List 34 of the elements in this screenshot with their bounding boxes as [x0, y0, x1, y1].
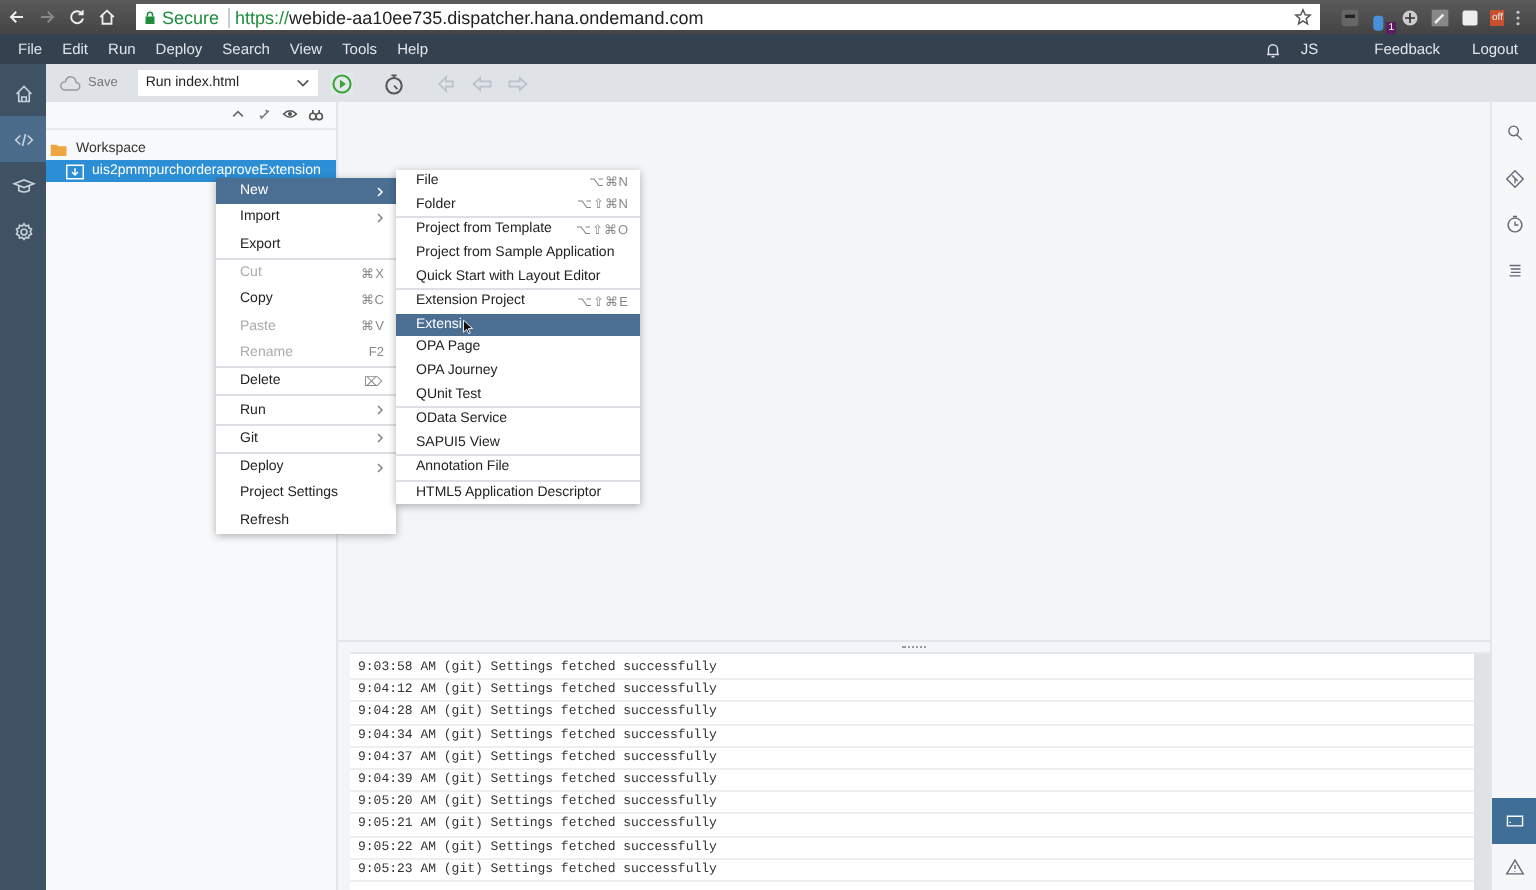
resize-handle[interactable]	[902, 645, 926, 649]
cloud-icon	[58, 75, 82, 91]
address-bar[interactable]: Secure https://webide-aa10ee735.dispatcher.hana.ondemand.com	[136, 4, 1320, 30]
star-icon[interactable]	[1294, 8, 1312, 26]
search-icon	[1503, 122, 1525, 144]
collapse-icon[interactable]	[230, 106, 246, 122]
stopwatch-icon[interactable]	[381, 71, 406, 95]
reload-icon[interactable]	[68, 8, 86, 26]
lock-icon	[144, 9, 156, 25]
extension-icon[interactable]	[1460, 7, 1480, 27]
url-text: https://webide-aa10ee735.dispatcher.hana.ondemand.com	[235, 7, 706, 27]
binoculars-icon[interactable]	[308, 106, 324, 122]
eye-icon[interactable]	[282, 106, 298, 122]
pointer-cursor-icon	[462, 317, 474, 336]
home-icon	[11, 81, 35, 105]
run-icon[interactable]	[329, 71, 354, 95]
clock-icon	[1503, 214, 1525, 236]
settings-icon	[11, 219, 35, 243]
secure-label: Secure	[162, 7, 230, 27]
scrollbar[interactable]	[1474, 654, 1490, 890]
bell-icon[interactable]	[1264, 39, 1283, 59]
sidebar-tab[interactable]	[0, 116, 46, 162]
menu-icon[interactable]	[1514, 7, 1523, 27]
warning-icon	[1503, 856, 1525, 878]
back-icon[interactable]	[8, 8, 26, 26]
panel-tab[interactable]	[1492, 798, 1536, 844]
project-folder-icon	[66, 163, 84, 179]
caret-icon	[295, 78, 310, 88]
home-icon[interactable]	[98, 8, 116, 26]
graduation-cap-icon	[11, 173, 35, 197]
forward-icon[interactable]	[38, 8, 56, 26]
diamond-icon	[1503, 168, 1525, 190]
console-icon	[1503, 810, 1525, 832]
extension-icon[interactable]	[1400, 7, 1420, 27]
